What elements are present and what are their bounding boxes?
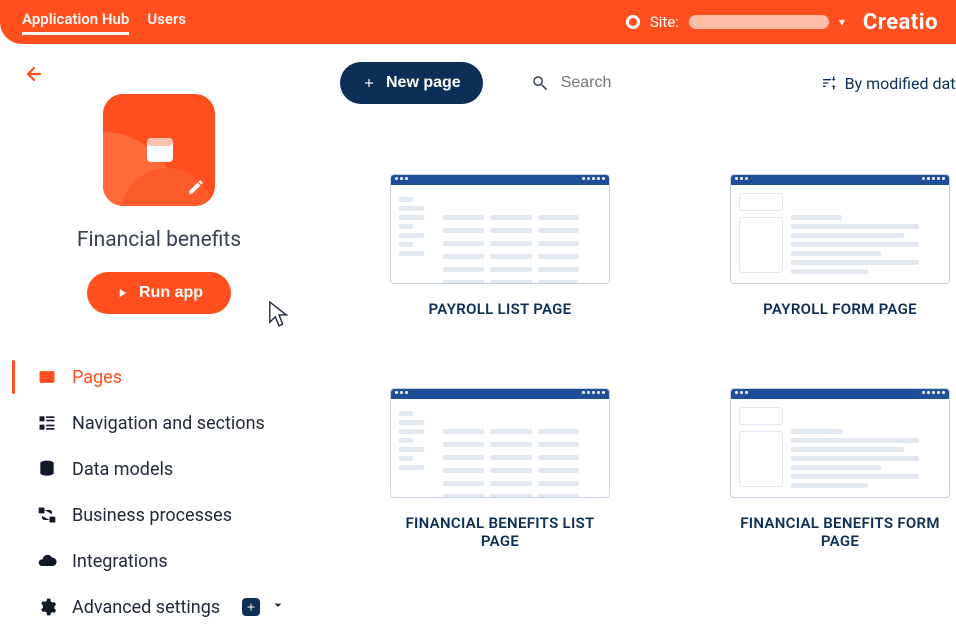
sidenav-navigation[interactable]: Navigation and sections [30, 400, 306, 446]
sidenav-label: Data models [72, 459, 173, 480]
new-page-label: New page [386, 74, 461, 92]
app-card: Financial benefits Run app [12, 94, 306, 314]
sidenav-pages[interactable]: Pages [30, 354, 306, 400]
page-card[interactable]: PAYROLL LIST PAGE [360, 174, 640, 318]
page-card-label: FINANCIAL BENEFITS LIST PAGE [390, 514, 610, 550]
edit-icon[interactable] [187, 178, 205, 196]
nav-users[interactable]: Users [147, 10, 186, 35]
search-field[interactable] [531, 73, 770, 93]
search-icon [531, 74, 549, 92]
site-label: Site: [650, 13, 679, 31]
run-app-label: Run app [139, 284, 203, 302]
chevron-down-icon[interactable] [270, 597, 286, 618]
page-thumb-form [730, 388, 950, 498]
nav-right: Site: ▾ Creatio [626, 10, 938, 35]
app-name: Financial benefits [77, 228, 241, 252]
sidenav-data-models[interactable]: Data models [30, 446, 306, 492]
sidenav-integrations[interactable]: Integrations [30, 538, 306, 584]
add-setting-button[interactable] [242, 598, 260, 616]
database-icon [36, 458, 58, 480]
process-icon [36, 504, 58, 526]
nav-application-hub[interactable]: Application Hub [22, 10, 129, 35]
new-page-button[interactable]: New page [340, 62, 483, 104]
page-card[interactable]: FINANCIAL BENEFITS LIST PAGE [360, 388, 640, 550]
sort-label: By modified date [845, 74, 956, 93]
page-thumb-list [390, 388, 610, 498]
sidenav-advanced-settings[interactable]: Advanced settings [30, 584, 306, 630]
page-thumb-list [390, 174, 610, 284]
sidenav-label: Navigation and sections [72, 413, 265, 434]
left-panel: Financial benefits Run app Pages [0, 44, 320, 632]
main-area: New page By modified date ▾ [320, 44, 956, 632]
chevron-down-icon: ▾ [839, 15, 845, 29]
sort-icon [821, 75, 837, 91]
site-selector[interactable]: Site: ▾ [626, 13, 845, 31]
toolbar: New page By modified date ▾ [320, 62, 956, 104]
sidenav-label: Business processes [72, 505, 232, 526]
top-bar: Application Hub Users Site: ▾ Creatio [0, 0, 956, 44]
page-card-label: PAYROLL FORM PAGE [763, 300, 917, 318]
app-tile[interactable] [103, 94, 215, 206]
page-card[interactable]: PAYROLL FORM PAGE [700, 174, 956, 318]
sidenav-label: Advanced settings [72, 597, 220, 618]
brand-logo: Creatio [863, 10, 938, 35]
radio-icon [626, 15, 640, 29]
site-name-redacted [689, 15, 829, 29]
sort-dropdown[interactable]: By modified date ▾ [821, 74, 956, 93]
back-button[interactable] [20, 62, 44, 86]
sidenav-label: Integrations [72, 551, 168, 572]
run-app-button[interactable]: Run app [87, 272, 231, 314]
page-card-grid: PAYROLL LIST PAGE [360, 174, 956, 550]
page-card-label: FINANCIAL BENEFITS FORM PAGE [730, 514, 950, 550]
page-card-label: PAYROLL LIST PAGE [429, 300, 572, 318]
sidenav-label: Pages [72, 367, 122, 388]
gear-icon [36, 596, 58, 618]
nav-left: Application Hub Users [22, 10, 186, 35]
page-thumb-form [730, 174, 950, 284]
pages-icon [36, 366, 58, 388]
navigation-icon [36, 412, 58, 434]
search-input[interactable] [559, 73, 770, 93]
sidenav: Pages Navigation and sections Data model… [12, 354, 306, 630]
page-card[interactable]: FINANCIAL BENEFITS FORM PAGE [700, 388, 956, 550]
cloud-icon [36, 550, 58, 572]
sidenav-business-processes[interactable]: Business processes [30, 492, 306, 538]
